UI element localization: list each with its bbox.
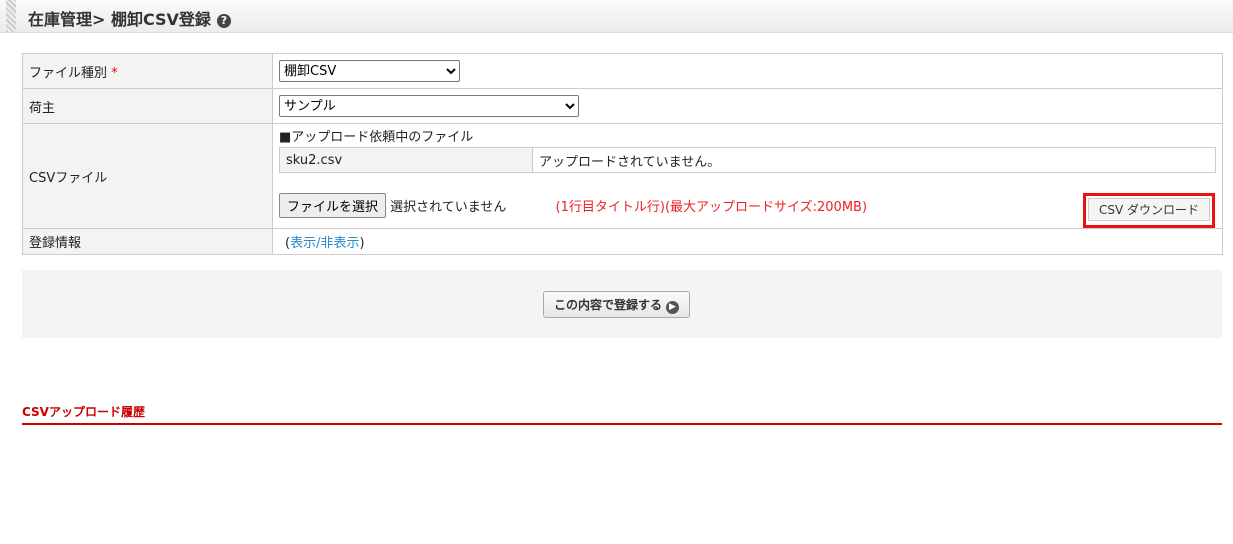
arrow-right-icon: ▶	[666, 300, 679, 314]
submit-label: この内容で登録する	[553, 297, 662, 312]
pending-status: アップロードされていません。	[532, 147, 1216, 173]
required-mark: *	[111, 65, 118, 81]
shipper-select[interactable]: サンプル	[279, 95, 579, 117]
file-type-select[interactable]: 棚卸CSV	[279, 60, 460, 82]
submit-button[interactable]: この内容で登録する ▶	[543, 291, 690, 318]
upload-form: ファイル種別 * 棚卸CSV 荷主 サンプル CSVファイル ■アップロード依頼…	[22, 53, 1223, 255]
file-input-row: ファイルを選択 選択されていません (1行目タイトル行)(最大アップロードサイズ…	[279, 193, 1216, 228]
label-reg-info: 登録情報	[22, 228, 273, 255]
upload-note: (1行目タイトル行)(最大アップロードサイズ:200MB)	[555, 200, 868, 215]
page-title-text: 在庫管理> 棚卸CSV登録	[28, 10, 211, 29]
row-shipper: 荷主 サンプル	[22, 88, 1223, 124]
highlight-box: CSV ダウンロード	[1082, 193, 1215, 228]
label-text: ファイル種別	[29, 65, 108, 81]
cell: サンプル	[272, 88, 1223, 124]
help-icon[interactable]: ?	[216, 14, 231, 28]
label-file-type: ファイル種別 *	[22, 53, 273, 89]
submit-panel: この内容で登録する ▶	[22, 270, 1222, 338]
row-csv: CSVファイル ■アップロード依頼中のファイル sku2.csv アップロードさ…	[22, 123, 1223, 229]
toggle-display-link[interactable]: 表示/非表示	[290, 236, 359, 251]
pending-heading: ■アップロード依頼中のファイル	[279, 130, 474, 145]
label-shipper: 荷主	[22, 88, 273, 124]
csv-download-button[interactable]: CSV ダウンロード	[1087, 198, 1210, 221]
cell: ■アップロード依頼中のファイル sku2.csv アップロードされていません。 …	[272, 123, 1223, 229]
page-header: 在庫管理> 棚卸CSV登録?	[0, 0, 1233, 33]
paren: )	[359, 236, 365, 251]
page-title: 在庫管理> 棚卸CSV登録?	[28, 6, 231, 30]
header-decoration	[6, 0, 16, 32]
row-file-type: ファイル種別 * 棚卸CSV	[22, 53, 1223, 89]
pending-file-name: sku2.csv	[279, 147, 533, 173]
choose-file-button[interactable]: ファイルを選択	[279, 193, 387, 218]
cell: (表示/非表示)	[272, 228, 1223, 255]
cell: 棚卸CSV	[272, 53, 1223, 89]
label-csv: CSVファイル	[22, 123, 273, 229]
pending-table: sku2.csv アップロードされていません。	[279, 147, 1216, 173]
history-divider	[22, 423, 1222, 425]
no-file-text: 選択されていません	[390, 200, 507, 215]
row-reg-info: 登録情報 (表示/非表示)	[22, 228, 1223, 255]
history-heading: CSVアップロード履歴	[22, 405, 145, 419]
